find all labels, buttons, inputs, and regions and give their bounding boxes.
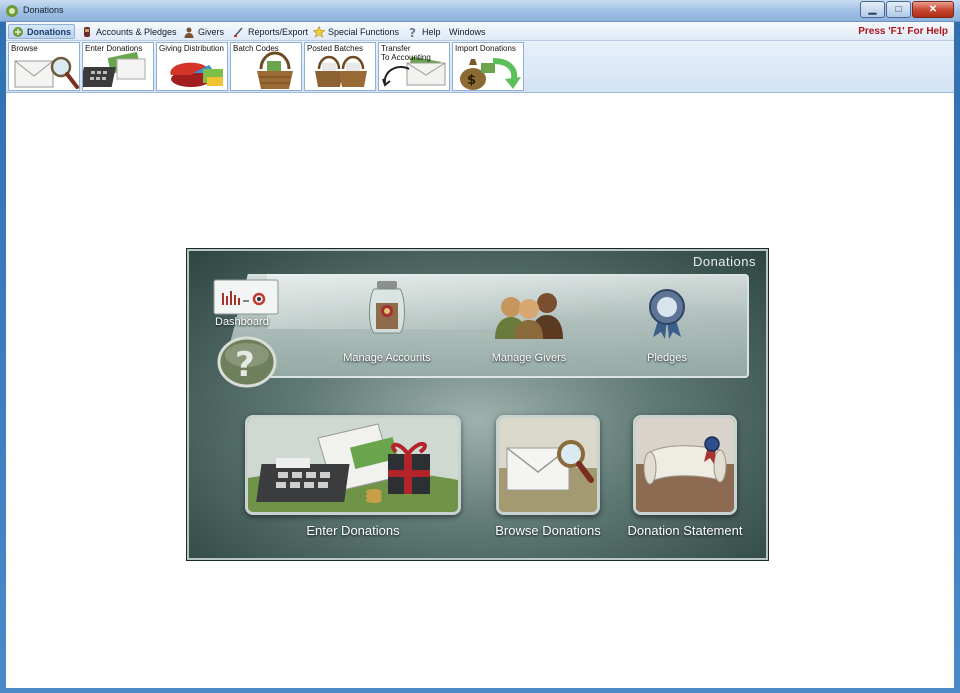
transfer-to-accounting-button[interactable]: Transfer To Accounting bbox=[378, 42, 450, 91]
svg-text:?: ? bbox=[409, 26, 416, 38]
window-title: Donations bbox=[23, 5, 64, 15]
donation-statement-label: Donation Statement bbox=[627, 523, 743, 538]
givers-icon bbox=[184, 27, 194, 38]
enter-donations-label: Enter Donations bbox=[306, 523, 400, 538]
jar-icon bbox=[369, 281, 405, 334]
menu-reports-export[interactable]: Reports/Export bbox=[230, 24, 311, 39]
reports-icon bbox=[234, 27, 243, 37]
people-icon bbox=[495, 293, 563, 339]
enter-donations-button[interactable]: Enter Donations bbox=[82, 42, 154, 91]
browse-donations-tile[interactable] bbox=[496, 415, 600, 515]
menu-bar: Donations Accounts & Pledges Givers Repo… bbox=[6, 22, 954, 41]
app-icon bbox=[6, 5, 18, 17]
menu-givers[interactable]: Givers bbox=[180, 24, 227, 39]
dashboard-title: Donations bbox=[692, 254, 756, 269]
f1-help-hint: Press 'F1' For Help bbox=[858, 26, 948, 37]
manage-accounts-label: Manage Accounts bbox=[343, 352, 431, 364]
browse-donations-label: Browse Donations bbox=[495, 523, 601, 538]
help-icon: ? bbox=[409, 26, 416, 38]
menu-help[interactable]: ? Help bbox=[404, 24, 444, 39]
maximize-button[interactable]: □ bbox=[886, 1, 911, 18]
svg-text:?: ? bbox=[235, 345, 255, 385]
pledges-label: Pledges bbox=[647, 352, 687, 364]
donations-icon bbox=[13, 26, 23, 37]
dashboard-label: Dashboard bbox=[215, 316, 269, 328]
svg-text:$: $ bbox=[467, 73, 476, 88]
close-button[interactable]: ✕ bbox=[912, 1, 954, 18]
posted-batches-button[interactable]: Posted Batches bbox=[304, 42, 376, 91]
import-donations-button[interactable]: Import Donations $ bbox=[452, 42, 524, 91]
menu-accounts-pledges[interactable]: Accounts & Pledges bbox=[78, 24, 180, 39]
envelope-magnifier-icon bbox=[499, 418, 597, 512]
menu-special-functions[interactable]: Special Functions bbox=[310, 24, 402, 39]
manage-accounts-link[interactable]: Manage Accounts bbox=[337, 279, 437, 365]
question-icon: ? bbox=[217, 336, 277, 388]
enter-donations-tile[interactable] bbox=[245, 415, 461, 515]
minimize-button[interactable]: ▁ bbox=[860, 1, 885, 18]
toolbar: Browse Enter Donations Giving Distributi… bbox=[6, 41, 954, 93]
batch-codes-button[interactable]: Batch Codes bbox=[230, 42, 302, 91]
title-bar: Donations ▁ □ ✕ bbox=[0, 0, 960, 22]
star-icon bbox=[313, 25, 325, 38]
menu-windows[interactable]: Windows bbox=[446, 24, 489, 39]
donations-dashboard: Donations Dashboard ? Manage Accounts Ma… bbox=[186, 248, 769, 561]
manage-givers-link[interactable]: Manage Givers bbox=[479, 287, 579, 365]
pledges-link[interactable]: Pledges bbox=[627, 287, 707, 365]
giving-distribution-button[interactable]: Giving Distribution bbox=[156, 42, 228, 91]
client-area: Donations Accounts & Pledges Givers Repo… bbox=[6, 22, 954, 688]
donation-statement-tile[interactable] bbox=[633, 415, 737, 515]
browse-button[interactable]: Browse bbox=[8, 42, 80, 91]
dashboard-chart-icon bbox=[213, 279, 279, 315]
help-question-button[interactable]: ? bbox=[217, 335, 277, 389]
ribbon-seal-icon bbox=[649, 289, 685, 339]
accounts-icon bbox=[84, 26, 90, 37]
app-window: Donations ▁ □ ✕ Donations Accounts & Ple… bbox=[0, 0, 960, 693]
menu-donations[interactable]: Donations bbox=[8, 24, 75, 39]
scroll-seal-icon bbox=[636, 418, 734, 512]
calculator-gift-icon bbox=[248, 418, 458, 512]
dashboard-link[interactable]: Dashboard bbox=[211, 279, 281, 329]
manage-givers-label: Manage Givers bbox=[491, 352, 567, 364]
